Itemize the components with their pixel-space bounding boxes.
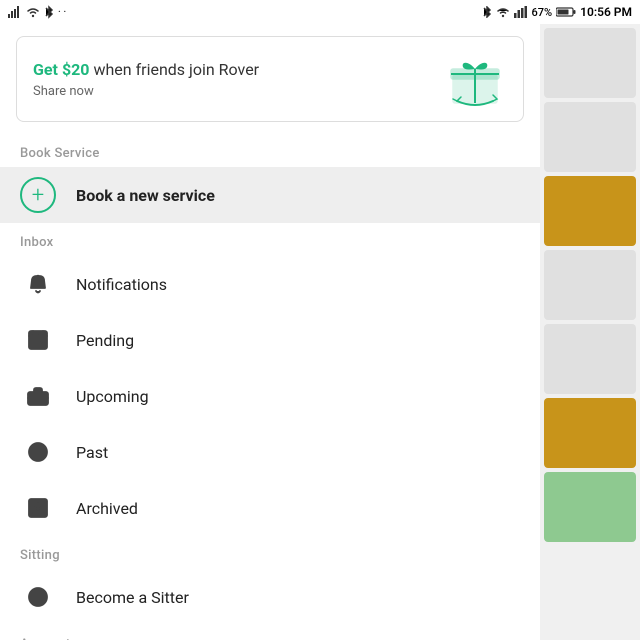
clock-icon bbox=[20, 434, 56, 470]
promo-gift-icon bbox=[443, 51, 507, 107]
bell-icon bbox=[20, 266, 56, 302]
status-left: · · bbox=[8, 5, 66, 19]
become-sitter-item[interactable]: Become a Sitter bbox=[0, 569, 540, 625]
battery-icon bbox=[556, 6, 576, 18]
bt-icon bbox=[482, 6, 492, 18]
right-panel-card-6 bbox=[544, 398, 636, 468]
sitting-label: Sitting bbox=[0, 536, 540, 569]
promo-main: when friends join Rover bbox=[89, 60, 259, 79]
right-panel bbox=[540, 24, 640, 640]
book-new-service-item[interactable]: + Book a new service bbox=[0, 167, 540, 223]
right-panel-card-5 bbox=[544, 324, 636, 394]
pending-icon bbox=[20, 322, 56, 358]
pending-item[interactable]: Pending bbox=[0, 312, 540, 368]
become-sitter-label: Become a Sitter bbox=[76, 588, 189, 607]
smiley-icon bbox=[20, 579, 56, 615]
signal-icon bbox=[8, 6, 22, 18]
archived-item[interactable]: Archived bbox=[0, 480, 540, 536]
inbox-label: Inbox bbox=[0, 223, 540, 256]
wifi-icon bbox=[26, 6, 40, 18]
promo-banner[interactable]: Get $20 when friends join Rover Share no… bbox=[16, 36, 524, 122]
pending-label: Pending bbox=[76, 331, 134, 350]
book-new-service-icon: + bbox=[20, 177, 56, 213]
plus-circle-icon: + bbox=[20, 177, 56, 213]
bluetooth-icon bbox=[44, 5, 54, 19]
notifications-item[interactable]: Notifications bbox=[0, 256, 540, 312]
drawer-menu: Get $20 when friends join Rover Share no… bbox=[0, 24, 540, 640]
promo-highlight: Get $20 bbox=[33, 60, 89, 79]
status-bar: · · 67% 10:56 PM bbox=[0, 0, 640, 24]
right-panel-card-3 bbox=[544, 176, 636, 246]
promo-title: Get $20 when friends join Rover bbox=[33, 59, 443, 81]
past-item[interactable]: Past bbox=[0, 424, 540, 480]
right-panel-card-4 bbox=[544, 250, 636, 320]
past-label: Past bbox=[76, 443, 108, 462]
account-label: Account bbox=[0, 625, 540, 640]
archived-icon bbox=[20, 490, 56, 526]
book-service-label: Book Service bbox=[0, 134, 540, 167]
signal-bars-icon bbox=[514, 6, 528, 18]
status-right: 67% 10:56 PM bbox=[482, 5, 632, 19]
right-panel-card-2 bbox=[544, 102, 636, 172]
book-new-service-label: Book a new service bbox=[76, 186, 215, 205]
promo-subtitle: Share now bbox=[33, 84, 443, 99]
right-panel-card-1 bbox=[544, 28, 636, 98]
notification-icons: · · bbox=[58, 7, 66, 18]
upcoming-item[interactable]: Upcoming bbox=[0, 368, 540, 424]
wifi-status-icon bbox=[496, 6, 510, 18]
promo-text: Get $20 when friends join Rover Share no… bbox=[33, 59, 443, 98]
battery-percent: 67% bbox=[532, 6, 553, 19]
archived-label: Archived bbox=[76, 499, 138, 518]
right-panel-card-7 bbox=[544, 472, 636, 542]
notifications-label: Notifications bbox=[76, 275, 167, 294]
time: 10:56 PM bbox=[580, 5, 632, 19]
upcoming-label: Upcoming bbox=[76, 387, 149, 406]
briefcase-icon bbox=[20, 378, 56, 414]
